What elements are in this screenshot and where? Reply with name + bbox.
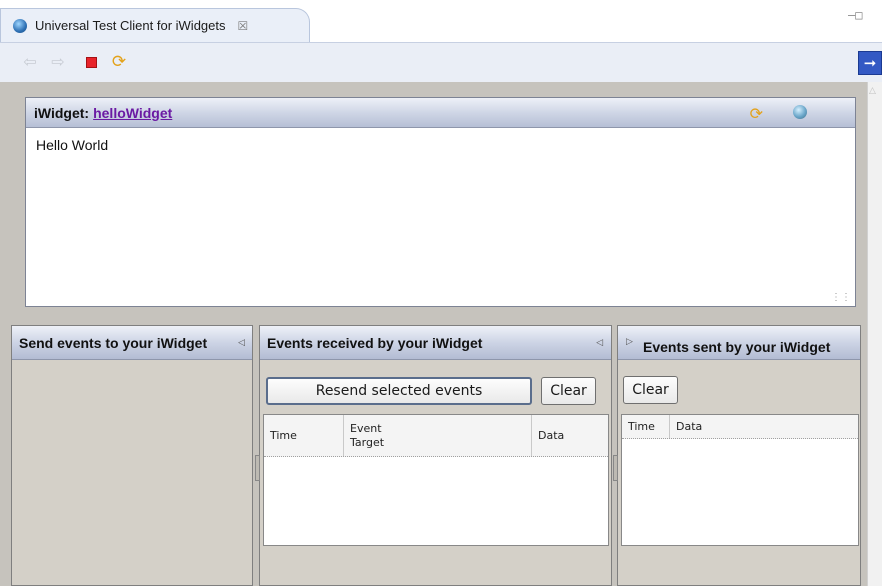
resize-grip-icon[interactable]: ⋮⋮ (831, 293, 851, 303)
widget-mode-icon[interactable] (793, 105, 807, 119)
column-header-time[interactable]: Time (264, 415, 344, 456)
events-sent-title: Events sent by your iWidget (643, 338, 831, 355)
collapse-left-icon[interactable]: ◁ (238, 338, 245, 348)
iwidget-content: Hello World (36, 137, 109, 153)
splitter-handle[interactable] (613, 455, 618, 481)
send-events-header: Send events to your iWidget ◁ (12, 326, 252, 360)
column-header-data[interactable]: Data (532, 415, 610, 456)
events-received-panel: Events received by your iWidget ◁ Resend… (259, 325, 612, 586)
resend-selected-events-button[interactable]: Resend selected events (266, 377, 532, 405)
refresh-icon[interactable]: ⟳ (108, 53, 130, 71)
stop-icon[interactable] (82, 53, 100, 71)
tab-title: Universal Test Client for iWidgets (35, 18, 226, 33)
iwidget-header: iWidget: helloWidget ⟳ (26, 98, 855, 128)
clear-sent-button[interactable]: Clear (623, 376, 678, 404)
send-events-panel: Send events to your iWidget ◁ (11, 325, 253, 586)
forward-arrow-icon[interactable]: ⇨ (48, 53, 68, 71)
splitter-handle[interactable] (255, 455, 260, 481)
received-table-header: Time Event Target Data (264, 415, 608, 457)
column-header-time[interactable]: Time (622, 415, 670, 438)
received-events-table: Time Event Target Data (263, 414, 609, 546)
back-arrow-icon[interactable]: ⇦ (20, 53, 40, 71)
column-header-event: Event (350, 421, 382, 435)
events-sent-panel: ▷ Events sent by your iWidget Clear Time… (617, 325, 861, 586)
vertical-scrollbar[interactable] (867, 82, 882, 586)
column-header-event-target[interactable]: Event Target (344, 415, 532, 456)
clear-received-button[interactable]: Clear (541, 377, 596, 405)
send-events-title: Send events to your iWidget (19, 334, 208, 351)
close-icon[interactable]: ☒ (238, 19, 249, 33)
editor-tab[interactable]: Universal Test Client for iWidgets ☒ (0, 8, 310, 42)
widget-refresh-icon[interactable]: ⟳ (750, 104, 763, 123)
editor-tab-bar: Universal Test Client for iWidgets ☒ —​□ (0, 0, 882, 42)
globe-icon (13, 18, 27, 33)
events-received-header: Events received by your iWidget ◁ (260, 326, 611, 360)
go-arrow-icon[interactable]: ➞ (858, 51, 882, 75)
scroll-up-icon[interactable]: △ (869, 86, 880, 97)
events-received-title: Events received by your iWidget (267, 334, 483, 351)
column-header-target: Target (350, 435, 385, 449)
events-sent-header: ▷ Events sent by your iWidget (618, 326, 860, 360)
iwidget-label: iWidget: (34, 104, 90, 121)
iwidget-panel: iWidget: helloWidget ⟳ Hello World ⋮⋮ (25, 97, 856, 307)
expand-right-icon[interactable]: ▷ (626, 337, 633, 347)
browser-toolbar: ⇦ ⇨ ⟳ ➞ (0, 42, 882, 82)
sent-table-header: Time Data (622, 415, 858, 439)
iwidget-name-link[interactable]: helloWidget (93, 105, 172, 121)
sent-events-table: Time Data (621, 414, 859, 546)
minimize-maximize-icons[interactable]: —​□ (848, 8, 882, 26)
column-header-data[interactable]: Data (670, 415, 860, 438)
collapse-left-icon[interactable]: ◁ (596, 338, 603, 348)
